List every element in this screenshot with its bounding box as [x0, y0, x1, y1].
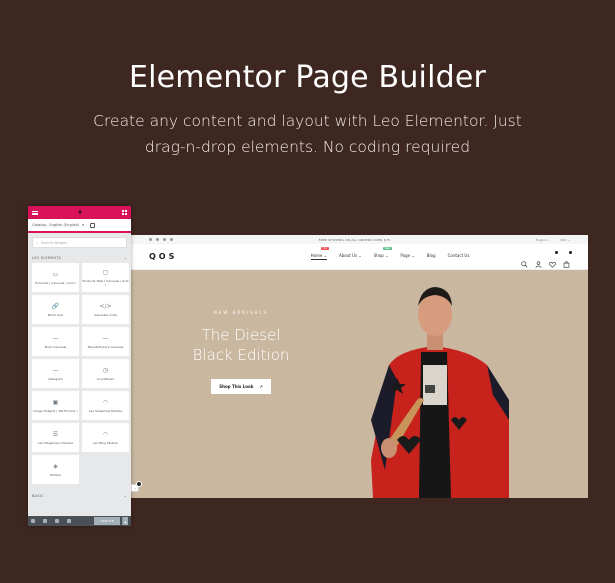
history-icon[interactable]	[55, 519, 59, 523]
site-navbar: QOS Home ⌄ Hot About Us ⌄ Shop ⌄ New Pag…	[131, 244, 588, 270]
widget-manufacturers-carousel[interactable]: — Manufacturers Carousel	[82, 327, 129, 356]
youtube-icon[interactable]	[163, 238, 166, 241]
settings-icon[interactable]	[31, 519, 35, 523]
panel-language-select[interactable]: Catalog - English (English)	[32, 223, 79, 227]
megamenu-icon: ☰	[52, 430, 59, 438]
menu-item-home[interactable]: Home ⌄ Hot	[310, 247, 329, 260]
hero-subtitle: Create any content and layout with Leo E…	[93, 112, 522, 156]
menu-item-shop[interactable]: Shop ⌄ New	[374, 247, 393, 260]
category-leo-elements[interactable]: LEO ELEMENTS ⌄	[28, 252, 131, 263]
chevron-down-icon: ▾	[82, 223, 85, 227]
menu-item-about-us[interactable]: About Us ⌄	[339, 253, 362, 260]
link-icon: 🔗	[51, 302, 60, 310]
widget-brick-carousel[interactable]: — Brick Carousel	[32, 327, 79, 356]
currency-select[interactable]: USD ⌄	[560, 238, 570, 242]
main-menu: Home ⌄ Hot About Us ⌄ Shop ⌄ New Page ⌄ …	[289, 247, 491, 260]
arrow-up-right-icon: ↗	[259, 384, 263, 389]
stopwatch-icon: ◷	[102, 366, 109, 374]
folder-icon: ▢	[102, 268, 109, 276]
elementor-logo-icon: ▼	[78, 209, 82, 216]
banner-text: NEW ARRIVALS The Diesel Black Edition Sh…	[181, 310, 301, 394]
menu-icon[interactable]	[32, 210, 38, 215]
model-photo	[371, 287, 509, 498]
cart-count-badge	[569, 251, 572, 254]
widget-products[interactable]: ▭ Products ( Carousel / Grid )	[32, 263, 79, 292]
widget-countdown[interactable]: ◷ CountDown	[82, 359, 129, 388]
search-icon: ⌕	[36, 240, 38, 245]
carousel-icon: —	[102, 334, 109, 342]
menu-item-blog[interactable]: Blog	[427, 253, 436, 260]
widget-leo-slideshow[interactable]: ◠ Leo Slideshow Module	[82, 391, 129, 420]
widget-leo-megamenu[interactable]: ☰ Leo Megamenu Module	[32, 423, 79, 452]
search-icon[interactable]	[521, 253, 528, 268]
chevron-down-icon: ⌄	[123, 493, 127, 498]
edit-indicator-icon	[136, 481, 142, 487]
code-icon: </>	[99, 302, 112, 310]
wishlist-count-badge	[555, 251, 558, 254]
sync-icon[interactable]	[90, 222, 96, 228]
category-basic[interactable]: BASIC ⌄	[28, 490, 131, 501]
panel-footer: UPDATE ▴	[28, 516, 131, 526]
language-row: Catalog - English (English) ▾	[28, 219, 131, 233]
twitter-icon[interactable]	[156, 238, 159, 241]
widget-leo-blog[interactable]: ◠ Leo Blog Module	[82, 423, 129, 452]
hot-badge: Hot	[320, 247, 329, 250]
widget-block-link[interactable]: 🔗 Block Link	[32, 295, 79, 324]
heart-icon[interactable]	[549, 251, 558, 268]
responsive-mode-icon[interactable]	[67, 519, 71, 523]
panel-header: ▼	[28, 206, 131, 219]
facebook-icon[interactable]	[149, 238, 152, 241]
blog-icon: ◠	[102, 430, 109, 438]
user-icon[interactable]	[535, 253, 542, 268]
slideshow-icon: ◠	[102, 398, 109, 406]
social-links	[149, 238, 173, 241]
shop-this-look-button[interactable]: Shop This Look ↗	[211, 379, 271, 394]
widget-generate-code[interactable]: </> Generate Code	[82, 295, 129, 324]
website-preview: FREE SHIPPING ON ALL ORDERS OVER $75 Eng…	[131, 235, 588, 498]
hero-banner: NEW ARRIVALS The Diesel Black Edition Sh…	[131, 270, 588, 498]
new-badge: New	[382, 247, 393, 250]
image-hotspot-icon: ▣	[52, 398, 59, 406]
module-icon: ◈	[53, 462, 58, 470]
cart-icon[interactable]	[563, 251, 572, 268]
menu-item-contact-us[interactable]: Contact Us	[448, 253, 470, 260]
hero-title: Elementor Page Builder	[128, 60, 487, 95]
menu-item-page[interactable]: Page ⌄	[400, 253, 414, 260]
chevron-down-icon: ⌄	[123, 255, 127, 260]
update-options-button[interactable]: ▴	[122, 517, 128, 525]
carousel-icon: —	[52, 334, 59, 342]
widget-instagram[interactable]: — Instagram	[32, 359, 79, 388]
banner-eyebrow: NEW ARRIVALS	[213, 310, 269, 315]
widget-image-hotspot[interactable]: ▣ Image Hotspot ( Tell Product )	[32, 391, 79, 420]
elementor-panel: ▼ Catalog - English (English) ▾ ⌕ Search…	[28, 206, 131, 526]
widget-grid: ▭ Products ( Carousel / Grid ) ▢ Products …	[28, 263, 131, 484]
widget-search-input[interactable]: ⌕ Search Widget...	[32, 237, 127, 248]
widget-module[interactable]: ◈ Module	[32, 455, 79, 484]
promo-text: FREE SHIPPING ON ALL ORDERS OVER $75	[318, 237, 391, 242]
site-logo[interactable]: QOS	[149, 252, 289, 261]
site-topbar: FREE SHIPPING ON ALL ORDERS OVER $75 Eng…	[131, 235, 588, 244]
update-button[interactable]: UPDATE	[94, 517, 120, 525]
instagram-icon: —	[52, 366, 59, 374]
widgets-grid-icon[interactable]	[121, 210, 127, 215]
navigator-icon[interactable]	[43, 519, 47, 523]
banner-headline: The Diesel Black Edition	[192, 326, 290, 364]
language-select[interactable]: English ⌄	[536, 238, 550, 242]
products-icon: ▭	[52, 270, 59, 278]
widget-products-tabs[interactable]: ▢ Products Tabs ( Carousel / Grid )	[82, 263, 129, 292]
